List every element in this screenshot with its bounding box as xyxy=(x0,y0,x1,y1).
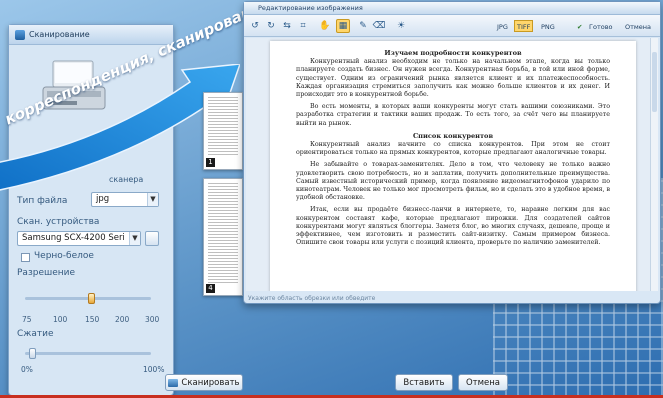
chevron-down-icon[interactable]: ▼ xyxy=(129,232,140,245)
scrollbar-thumb[interactable] xyxy=(652,52,657,112)
doc-paragraph: Конкурентный анализ необходим не только … xyxy=(296,58,610,99)
resolution-label: Разрешение xyxy=(17,268,76,278)
file-type-value: jpg xyxy=(96,194,110,204)
device-value: Samsung SCX-4200 Seri xyxy=(22,233,125,243)
scan-button[interactable]: Сканировать xyxy=(165,374,243,391)
editor-toolbar: ↺ ↻ ⇆ ⌗ ✋ ▦ ✎ ⌫ ☀ JPG TIFF PNG ✔ Готово … xyxy=(244,15,660,37)
done-button[interactable]: Готово xyxy=(586,20,616,32)
doc-paragraph: Не забывайте о товарах-заменителях. Дело… xyxy=(296,161,610,202)
compression-min-label: 0% xyxy=(21,365,33,374)
editor-status-text: Укажите область обрезки или обведите xyxy=(248,295,376,302)
format-tiff-button[interactable]: TIFF xyxy=(514,20,534,32)
thumbnail-number: 1 xyxy=(206,158,215,167)
eraser-icon[interactable]: ⌫ xyxy=(372,19,386,33)
cancel-button[interactable]: Отмена xyxy=(458,374,508,391)
scanner-icon xyxy=(168,378,179,387)
chevron-down-icon[interactable]: ▼ xyxy=(147,193,158,206)
hand-icon[interactable]: ✋ xyxy=(318,19,332,33)
document-canvas[interactable]: Изучаем подробности конкурентов Конкурен… xyxy=(246,38,658,291)
insert-button[interactable]: Вставить xyxy=(395,374,453,391)
select-icon[interactable]: ▦ xyxy=(336,19,350,33)
resolution-slider-thumb[interactable] xyxy=(88,293,95,304)
bw-label: Черно-белое xyxy=(34,251,94,261)
crop-icon[interactable]: ⌗ xyxy=(296,19,310,33)
resolution-tick: 150 xyxy=(85,315,100,324)
doc-heading: Список конкурентов xyxy=(412,131,494,140)
thumbnail-text-lines xyxy=(208,183,238,283)
bw-checkbox[interactable] xyxy=(21,253,30,262)
file-type-label: Тип файла xyxy=(17,196,68,206)
compression-label: Сжатие xyxy=(17,329,54,339)
compression-max-label: 100% xyxy=(143,365,165,374)
device-settings-button[interactable] xyxy=(145,231,159,246)
format-png-button[interactable]: PNG xyxy=(538,20,558,32)
brush-icon[interactable]: ✎ xyxy=(356,19,370,33)
resolution-tick: 200 xyxy=(115,315,130,324)
resolution-tick: 100 xyxy=(53,315,68,324)
doc-heading: Изучаем подробности конкурентов xyxy=(384,49,522,57)
rotate-left-icon[interactable]: ↺ xyxy=(248,19,262,33)
device-select[interactable]: Samsung SCX-4200 Seri ▼ xyxy=(17,231,141,246)
rotate-right-icon[interactable]: ↻ xyxy=(264,19,278,33)
document-page: Изучаем подробности конкурентов Конкурен… xyxy=(270,41,636,291)
editor-cancel-button[interactable]: Отмена xyxy=(622,20,654,32)
thumbnail-text-lines xyxy=(208,97,238,157)
thumbnail-number: 4 xyxy=(206,284,215,293)
resolution-tick: 300 xyxy=(145,315,160,324)
resolution-tick: 75 xyxy=(22,315,32,324)
compression-slider-track[interactable] xyxy=(25,352,151,355)
file-type-select[interactable]: jpg ▼ xyxy=(91,192,159,207)
format-jpg-button[interactable]: JPG xyxy=(494,20,511,32)
ok-check-icon[interactable]: ✔ xyxy=(574,20,585,32)
doc-paragraph: Итак, если вы продаёте бизнесс-ланчи в и… xyxy=(296,206,610,247)
image-editor-window: Редактирование изображения ↺ ↻ ⇆ ⌗ ✋ ▦ ✎… xyxy=(243,1,661,304)
doc-paragraph: Конкурентный анализ начните со списка ко… xyxy=(296,141,610,157)
sun-icon[interactable]: ☀ xyxy=(394,19,408,33)
doc-paragraph: Во есть моменты, в которых ваши конкурен… xyxy=(296,103,610,127)
scan-window-title: Сканирование xyxy=(29,30,90,39)
device-header-label: сканера xyxy=(109,175,144,184)
compression-slider-thumb[interactable] xyxy=(29,348,36,359)
scan-titlebar[interactable]: Сканирование xyxy=(9,25,173,45)
scan-button-label: Сканировать xyxy=(181,377,240,388)
device-label: Скан. устройства xyxy=(17,217,100,227)
flip-icon[interactable]: ⇆ xyxy=(280,19,294,33)
page-thumbnail[interactable]: 1 xyxy=(203,92,243,170)
scan-app-icon xyxy=(15,29,25,40)
editor-scrollbar[interactable] xyxy=(650,38,658,291)
page-thumbnail[interactable]: 4 xyxy=(203,178,243,296)
editor-titlebar[interactable]: Редактирование изображения xyxy=(244,2,660,15)
